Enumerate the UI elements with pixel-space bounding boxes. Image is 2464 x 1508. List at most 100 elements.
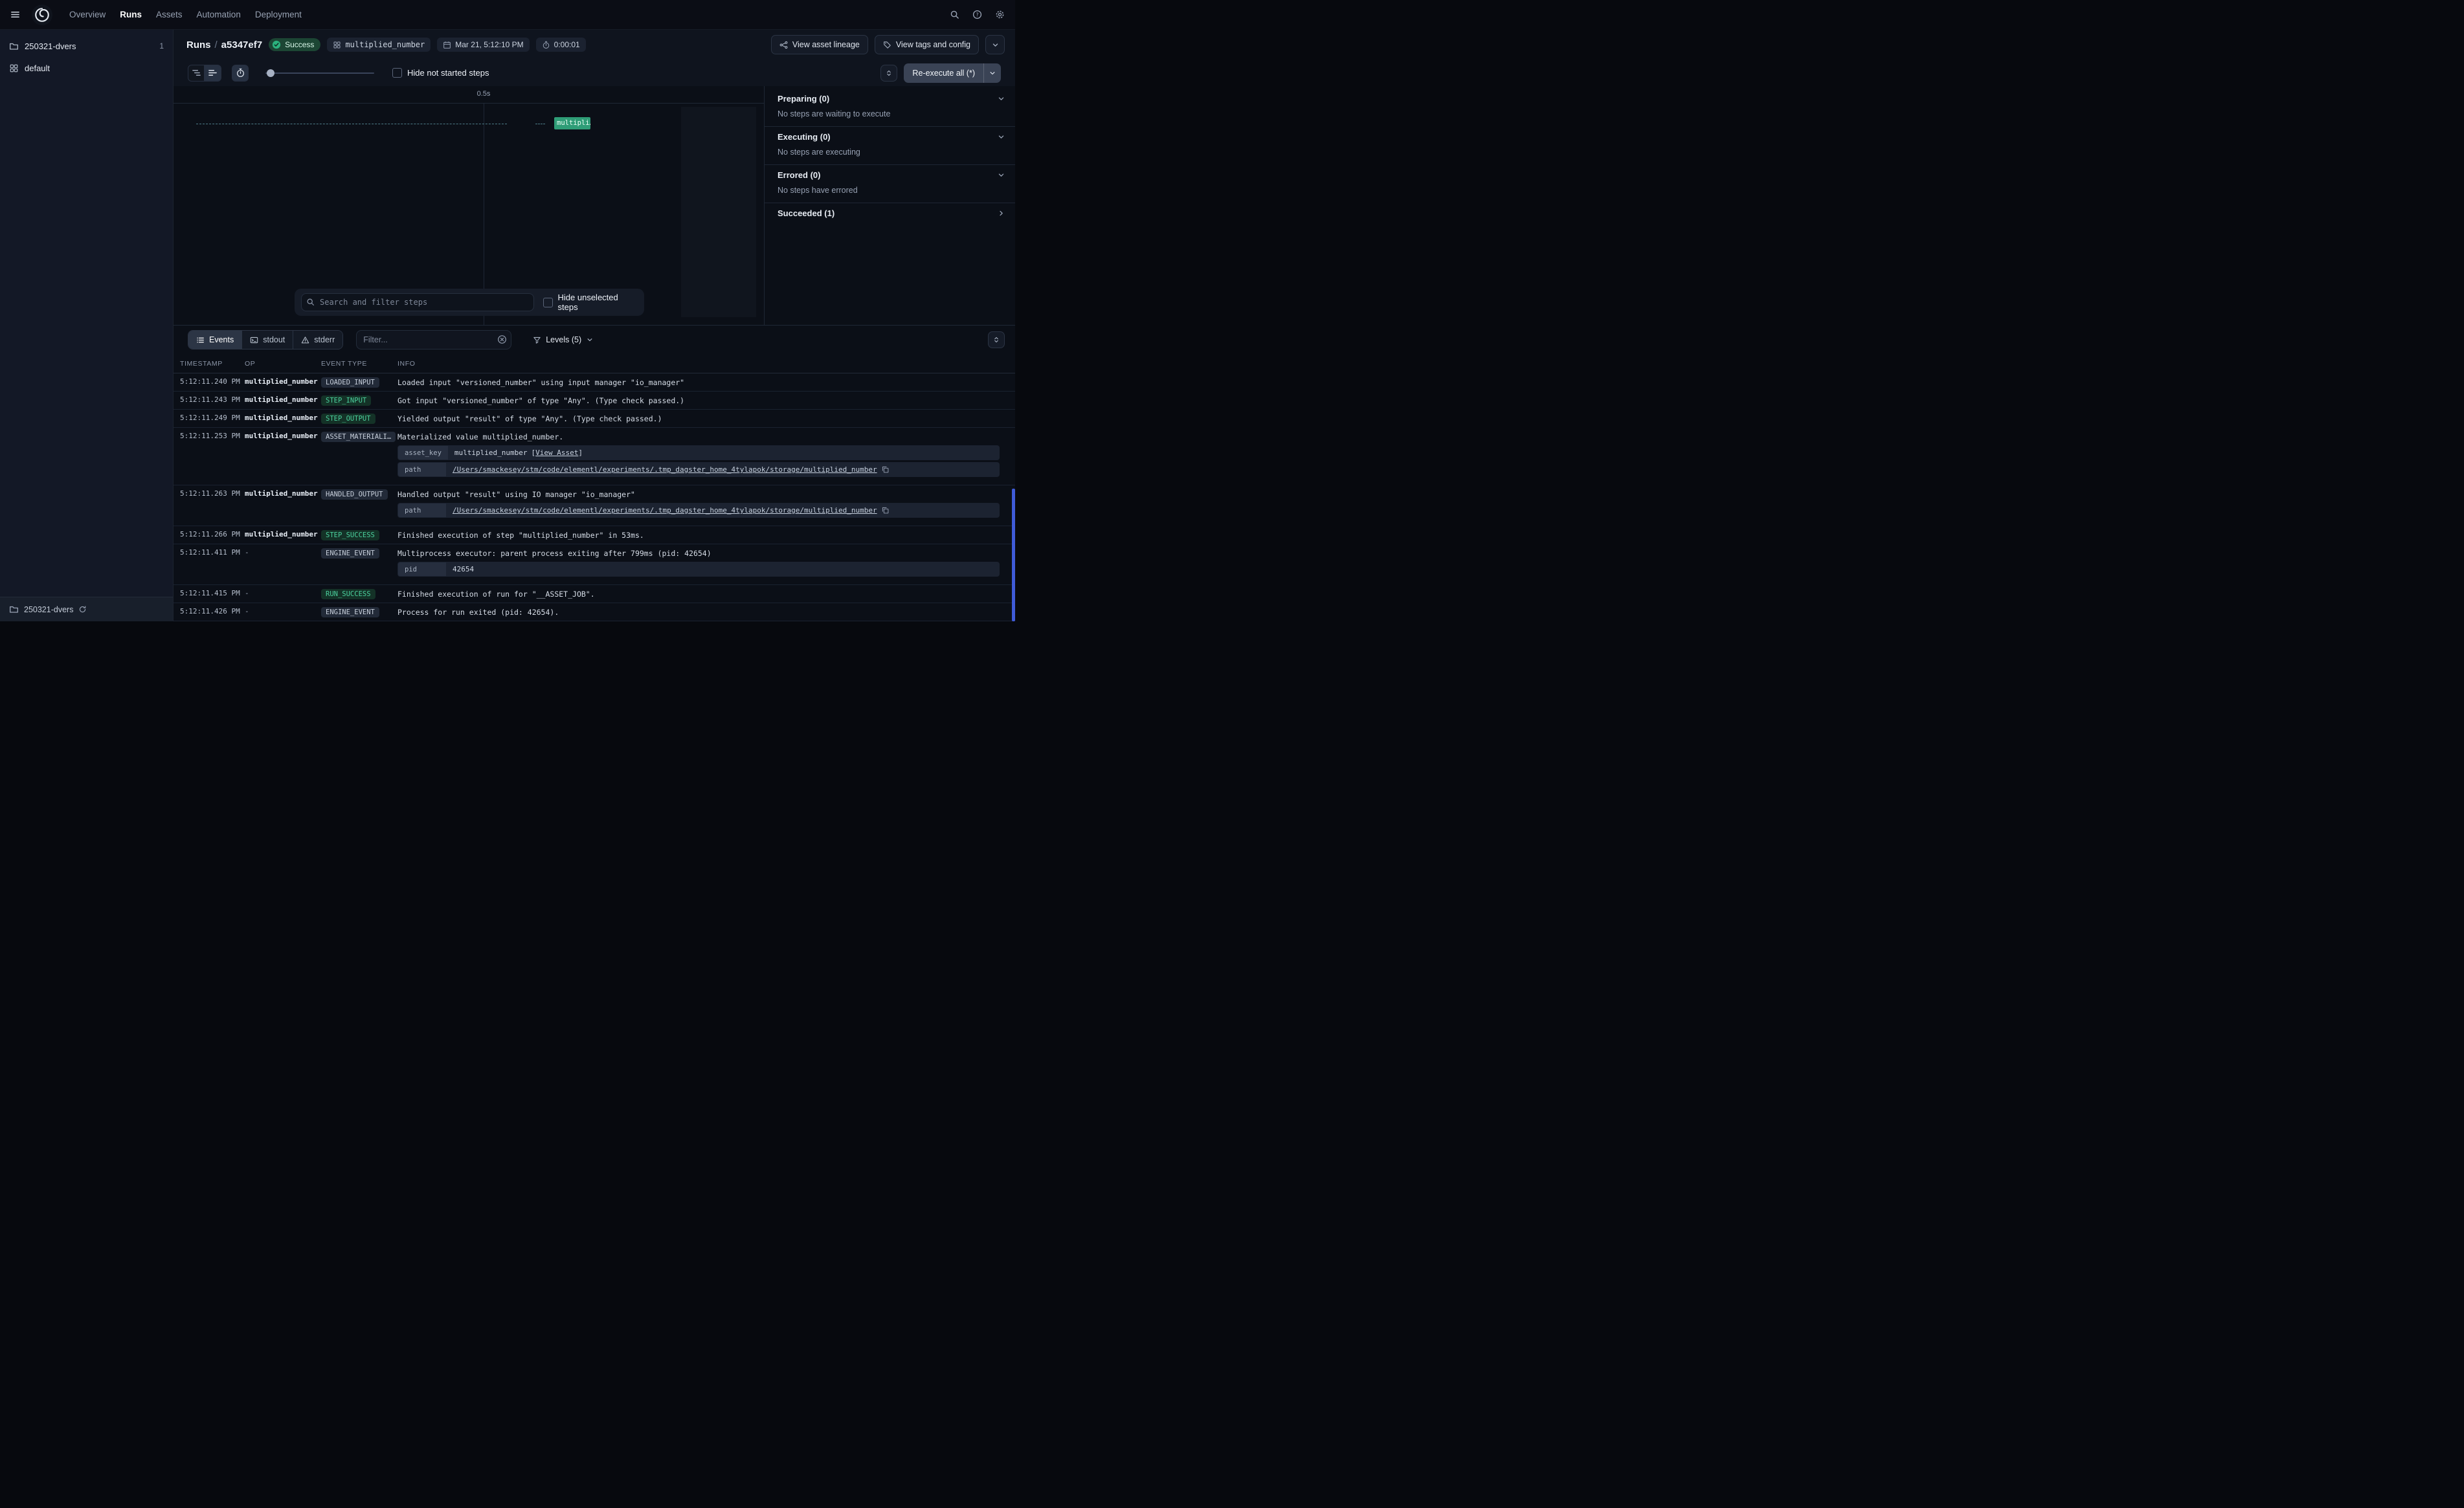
status-section-title: Errored (0) bbox=[778, 170, 820, 180]
nav-item-assets[interactable]: Assets bbox=[156, 10, 183, 19]
log-row[interactable]: 5:12:11.266 PMmultiplied_numberSTEP_SUCC… bbox=[174, 526, 1015, 544]
help-icon[interactable] bbox=[972, 10, 982, 19]
dagster-logo[interactable] bbox=[32, 5, 52, 25]
copy-icon[interactable] bbox=[881, 465, 890, 474]
event-type-chip: LOADED_INPUT bbox=[321, 377, 379, 388]
gantt-timed-view-button[interactable] bbox=[232, 65, 249, 82]
log-row[interactable]: 5:12:11.415 PM-RUN_SUCCESSFinished execu… bbox=[174, 585, 1015, 603]
main-nav: Overview Runs Assets Automation Deployme… bbox=[69, 10, 302, 19]
scrollbar-thumb[interactable] bbox=[1012, 489, 1015, 621]
chevron-down-icon[interactable] bbox=[997, 171, 1005, 179]
levels-filter-button[interactable]: Levels (5) bbox=[528, 330, 599, 349]
nav-item-deployment[interactable]: Deployment bbox=[255, 10, 302, 19]
copy-icon[interactable] bbox=[881, 506, 890, 515]
hide-unselected-label: Hide unselected steps bbox=[558, 293, 638, 312]
hide-not-started-checkbox[interactable] bbox=[392, 68, 402, 78]
group-label: default bbox=[25, 63, 50, 73]
zoom-slider-knob[interactable] bbox=[267, 69, 274, 77]
chevron-right-icon[interactable] bbox=[997, 209, 1005, 217]
path-link[interactable]: /Users/smackesey/stm/code/elementl/exper… bbox=[453, 465, 877, 474]
toolbar-right: Re-execute all (*) bbox=[880, 63, 1001, 83]
log-row[interactable]: 5:12:11.411 PM-ENGINE_EVENTMultiprocess … bbox=[174, 544, 1015, 585]
reexecute-all-button[interactable]: Re-execute all (*) bbox=[904, 63, 983, 83]
status-section-header[interactable]: Preparing (0) bbox=[778, 89, 1005, 109]
view-asset-lineage-button[interactable]: View asset lineage bbox=[771, 35, 868, 54]
gantt-flat-view-button[interactable] bbox=[188, 65, 205, 82]
log-timestamp: 5:12:11.266 PM bbox=[180, 526, 245, 544]
view-tags-config-button[interactable]: View tags and config bbox=[875, 35, 979, 54]
status-section-header[interactable]: Succeeded (1) bbox=[778, 203, 1005, 223]
log-timestamp: 5:12:11.415 PM bbox=[180, 585, 245, 603]
sidebar-footer-repo[interactable]: 250321-dvers bbox=[0, 597, 173, 621]
reexecute-dropdown-button[interactable] bbox=[983, 63, 1001, 83]
run-header: Runs/a5347ef7 Success multiplied_number … bbox=[174, 30, 1015, 60]
levels-label: Levels (5) bbox=[546, 335, 581, 344]
log-table-header: TIMESTAMP OP EVENT TYPE INFO bbox=[174, 354, 1015, 373]
path-link[interactable]: /Users/smackesey/stm/code/elementl/exper… bbox=[453, 506, 877, 515]
hamburger-menu-button[interactable] bbox=[10, 10, 20, 19]
event-type-chip: ENGINE_EVENT bbox=[321, 607, 379, 617]
hide-not-started-toggle[interactable]: Hide not started steps bbox=[392, 68, 489, 78]
status-section-header[interactable]: Errored (0) bbox=[778, 165, 1005, 185]
time-axis-tick: 0.5s bbox=[471, 90, 497, 98]
step-status-panel: Preparing (0) No steps are waiting to ex… bbox=[764, 86, 1015, 325]
nav-item-overview[interactable]: Overview bbox=[69, 10, 106, 19]
breadcrumb-runs-link[interactable]: Runs bbox=[186, 39, 211, 50]
step-search-input[interactable] bbox=[301, 293, 534, 311]
clear-filter-icon[interactable] bbox=[497, 335, 507, 344]
log-op: multiplied_number bbox=[245, 428, 321, 485]
hide-unselected-toggle[interactable]: Hide unselected steps bbox=[543, 293, 638, 312]
status-section-header[interactable]: Executing (0) bbox=[778, 127, 1005, 147]
resize-panel-button[interactable] bbox=[880, 65, 897, 82]
sidebar: 250321-dvers 1 default 250321-dvers bbox=[0, 30, 174, 621]
view-asset-link[interactable]: View Asset bbox=[535, 449, 578, 457]
duration-chip: 0:00:01 bbox=[536, 38, 586, 52]
gantt-waterfall-view-button[interactable] bbox=[205, 65, 221, 82]
chevron-down-icon[interactable] bbox=[997, 94, 1005, 103]
log-row[interactable]: 5:12:11.263 PMmultiplied_numberHANDLED_O… bbox=[174, 485, 1015, 526]
metadata-key: asset_key bbox=[398, 446, 448, 460]
view-tags-config-label: View tags and config bbox=[896, 40, 970, 49]
nav-item-automation[interactable]: Automation bbox=[197, 10, 241, 19]
search-icon[interactable] bbox=[950, 10, 959, 19]
expand-logs-button[interactable] bbox=[988, 331, 1005, 348]
start-time-chip: Mar 21, 5:12:10 PM bbox=[437, 38, 529, 52]
metadata-rows: path/Users/smackesey/stm/code/elementl/e… bbox=[398, 503, 1000, 518]
waterfall-view-icon bbox=[192, 68, 201, 78]
sidebar-item-default-group[interactable]: default bbox=[0, 57, 173, 79]
log-rows: 5:12:11.240 PMmultiplied_numberLOADED_IN… bbox=[174, 373, 1015, 621]
nav-item-runs[interactable]: Runs bbox=[120, 10, 142, 19]
reload-icon[interactable] bbox=[78, 605, 87, 614]
sidebar-item-repo[interactable]: 250321-dvers 1 bbox=[0, 35, 173, 57]
hide-unselected-checkbox[interactable] bbox=[543, 298, 553, 307]
tab-events[interactable]: Events bbox=[188, 331, 241, 349]
metadata-row: path/Users/smackesey/stm/code/elementl/e… bbox=[398, 462, 1000, 477]
status-section-title: Executing (0) bbox=[778, 132, 831, 142]
tab-stderr[interactable]: stderr bbox=[293, 331, 342, 349]
log-op: - bbox=[245, 603, 321, 621]
check-circle-icon bbox=[272, 40, 281, 49]
col-op: OP bbox=[245, 360, 321, 368]
step-bar-multiplied-number[interactable]: multipli… bbox=[554, 117, 590, 129]
chevron-down-icon[interactable] bbox=[997, 133, 1005, 141]
run-actions-dropdown-button[interactable] bbox=[985, 35, 1005, 54]
log-filter-input[interactable] bbox=[356, 330, 511, 349]
tag-icon bbox=[883, 41, 891, 49]
log-row[interactable]: 5:12:11.426 PM-ENGINE_EVENTProcess for r… bbox=[174, 603, 1015, 621]
terminal-icon bbox=[250, 336, 258, 344]
log-row[interactable]: 5:12:11.249 PMmultiplied_numberSTEP_OUTP… bbox=[174, 410, 1015, 428]
metadata-key: pid bbox=[398, 562, 446, 576]
log-timestamp: 5:12:11.426 PM bbox=[180, 603, 245, 621]
gantt-chart: 0.5s multipli… Hide unselected steps bbox=[174, 86, 764, 325]
gear-icon[interactable] bbox=[995, 10, 1005, 19]
breadcrumb-separator: / bbox=[211, 39, 221, 50]
log-row[interactable]: 5:12:11.253 PMmultiplied_numberASSET_MAT… bbox=[174, 428, 1015, 485]
log-row[interactable]: 5:12:11.243 PMmultiplied_numberSTEP_INPU… bbox=[174, 392, 1015, 410]
event-type-chip: ENGINE_EVENT bbox=[321, 548, 379, 559]
log-row[interactable]: 5:12:11.240 PMmultiplied_numberLOADED_IN… bbox=[174, 373, 1015, 392]
asset-tag-chip[interactable]: multiplied_number bbox=[327, 38, 431, 52]
lineage-icon bbox=[779, 41, 788, 49]
zoom-slider[interactable] bbox=[265, 65, 374, 82]
step-search-card: Hide unselected steps bbox=[295, 289, 644, 316]
tab-stdout[interactable]: stdout bbox=[241, 331, 293, 349]
